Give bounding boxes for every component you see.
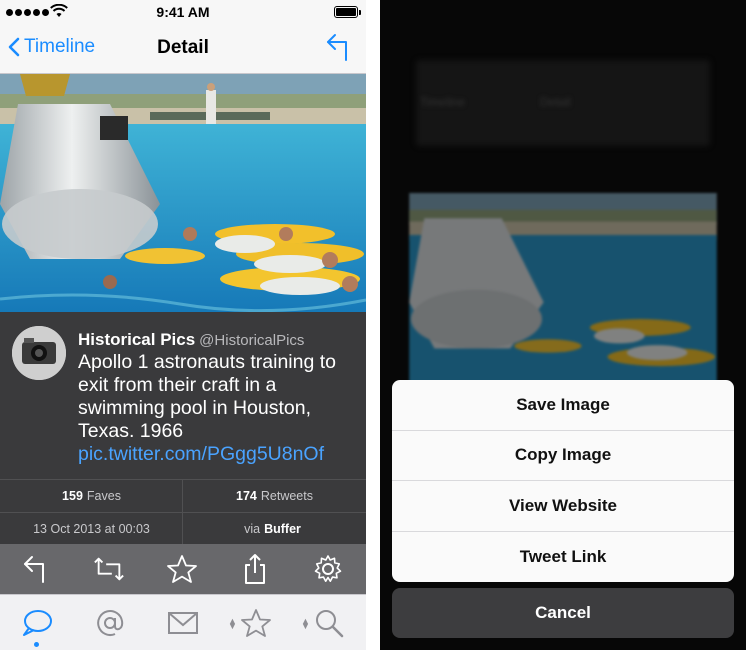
tweet-stats: 159 Faves 174 Retweets 13 Oct 2013 at 00:0… xyxy=(0,480,366,544)
tab-messages[interactable] xyxy=(163,605,203,641)
apollo-pool-photo-blurred xyxy=(409,193,717,393)
reply-action-button[interactable] xyxy=(20,553,52,585)
settings-gear-icon xyxy=(314,555,342,582)
status-time: 9:41 AM xyxy=(156,4,210,20)
tweet-card: Historical Pics @HistoricalPics Apollo 1 … xyxy=(0,312,366,480)
tweet-body: Apollo 1 astronauts training to exit fro… xyxy=(78,351,358,466)
tab-active-indicator xyxy=(34,642,39,647)
dimmed-tweet-photo xyxy=(398,193,728,393)
settings-button[interactable] xyxy=(312,553,344,585)
battery-icon xyxy=(334,6,361,18)
screenshot-divider xyxy=(366,0,380,650)
faves-count: 159 xyxy=(62,489,83,503)
retweet-button[interactable] xyxy=(93,553,125,585)
tab-timeline[interactable] xyxy=(17,605,57,641)
view-website-button[interactable]: View Website xyxy=(392,481,734,532)
search-magnifier-icon xyxy=(316,610,344,638)
tweet-timestamp: 13 Oct 2013 at 00:03 xyxy=(33,522,150,536)
faves-stat[interactable]: 159 Faves xyxy=(0,480,183,512)
retweets-stat[interactable]: 174 Retweets xyxy=(183,480,366,512)
tab-favorites[interactable] xyxy=(236,605,276,641)
retweets-label: Retweets xyxy=(260,489,313,503)
favorite-star-icon xyxy=(167,555,197,583)
reply-arrow-icon xyxy=(327,34,347,61)
timeline-bubble-icon xyxy=(23,610,52,636)
chevron-left-icon xyxy=(8,37,20,57)
author-handle: @HistoricalPics xyxy=(199,332,305,349)
avatar[interactable] xyxy=(12,326,66,380)
copy-image-button[interactable]: Copy Image xyxy=(392,431,734,481)
tweet-action-toolbar xyxy=(0,544,366,594)
retweet-icon xyxy=(94,557,124,581)
screenshot-pair: 9:41 AM Timeline Detail Historical Pics … xyxy=(0,0,746,650)
tweet-author[interactable]: Historical Pics @HistoricalPics xyxy=(78,330,304,350)
tweet-link[interactable]: pic.twitter.com/PGgg5U8nOf xyxy=(78,443,324,465)
messages-envelope-icon xyxy=(168,612,198,634)
favorites-star-icon xyxy=(241,609,271,637)
navigation-bar: Timeline Detail xyxy=(0,24,366,74)
tweet-detail-screen: 9:41 AM Timeline Detail Historical Pics … xyxy=(0,0,366,650)
via-label: via xyxy=(244,522,261,536)
tweet-link-button[interactable]: Tweet Link xyxy=(392,532,734,583)
action-sheet-screen: Timeline Detail Save Image Copy Image Vi… xyxy=(380,0,746,650)
tweet-source: via Buffer xyxy=(183,513,366,545)
mentions-at-icon xyxy=(97,610,124,636)
tab-bar: ▲ ▼ ▲ ▼ xyxy=(0,594,366,650)
dimmed-title: Detail xyxy=(540,95,571,109)
camera-avatar-icon xyxy=(12,326,66,380)
tweet-text: Apollo 1 astronauts training to exit fro… xyxy=(78,351,336,442)
dimmed-back-label: Timeline xyxy=(420,95,465,109)
favorite-button[interactable] xyxy=(166,553,198,585)
share-button[interactable] xyxy=(239,553,271,585)
apollo-pool-photo xyxy=(0,74,366,312)
author-name: Historical Pics xyxy=(78,330,196,349)
reply-button[interactable] xyxy=(326,32,352,67)
status-bar: 9:41 AM xyxy=(0,0,366,24)
tab-search[interactable] xyxy=(309,605,349,641)
action-sheet: Save Image Copy Image View Website Tweet… xyxy=(392,380,734,582)
back-button-label: Timeline xyxy=(24,36,96,57)
save-image-button[interactable]: Save Image xyxy=(392,380,734,431)
retweets-count: 174 xyxy=(236,489,257,503)
back-button[interactable]: Timeline xyxy=(8,36,95,58)
share-icon xyxy=(245,554,265,584)
via-app: Buffer xyxy=(264,522,301,536)
reply-icon xyxy=(24,556,44,583)
faves-label: Faves xyxy=(86,489,121,503)
tab-mentions[interactable] xyxy=(90,605,130,641)
cancel-button[interactable]: Cancel xyxy=(392,588,734,638)
tweet-photo[interactable] xyxy=(0,74,366,312)
